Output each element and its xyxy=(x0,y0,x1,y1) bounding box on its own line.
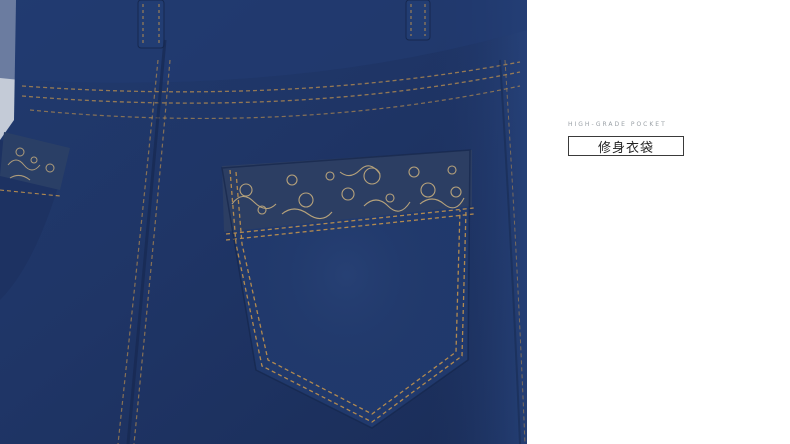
caption-panel: HIGH-GRADE POCKET 修身衣袋 xyxy=(527,0,790,444)
product-photo xyxy=(0,0,527,444)
caption-chinese-label: 修身衣袋 xyxy=(568,136,684,156)
caption-english: HIGH-GRADE POCKET xyxy=(568,121,667,128)
belt-loop-left xyxy=(137,0,165,49)
product-detail-banner: HIGH-GRADE POCKET 修身衣袋 xyxy=(0,0,790,444)
belt-loop-right xyxy=(405,0,431,41)
